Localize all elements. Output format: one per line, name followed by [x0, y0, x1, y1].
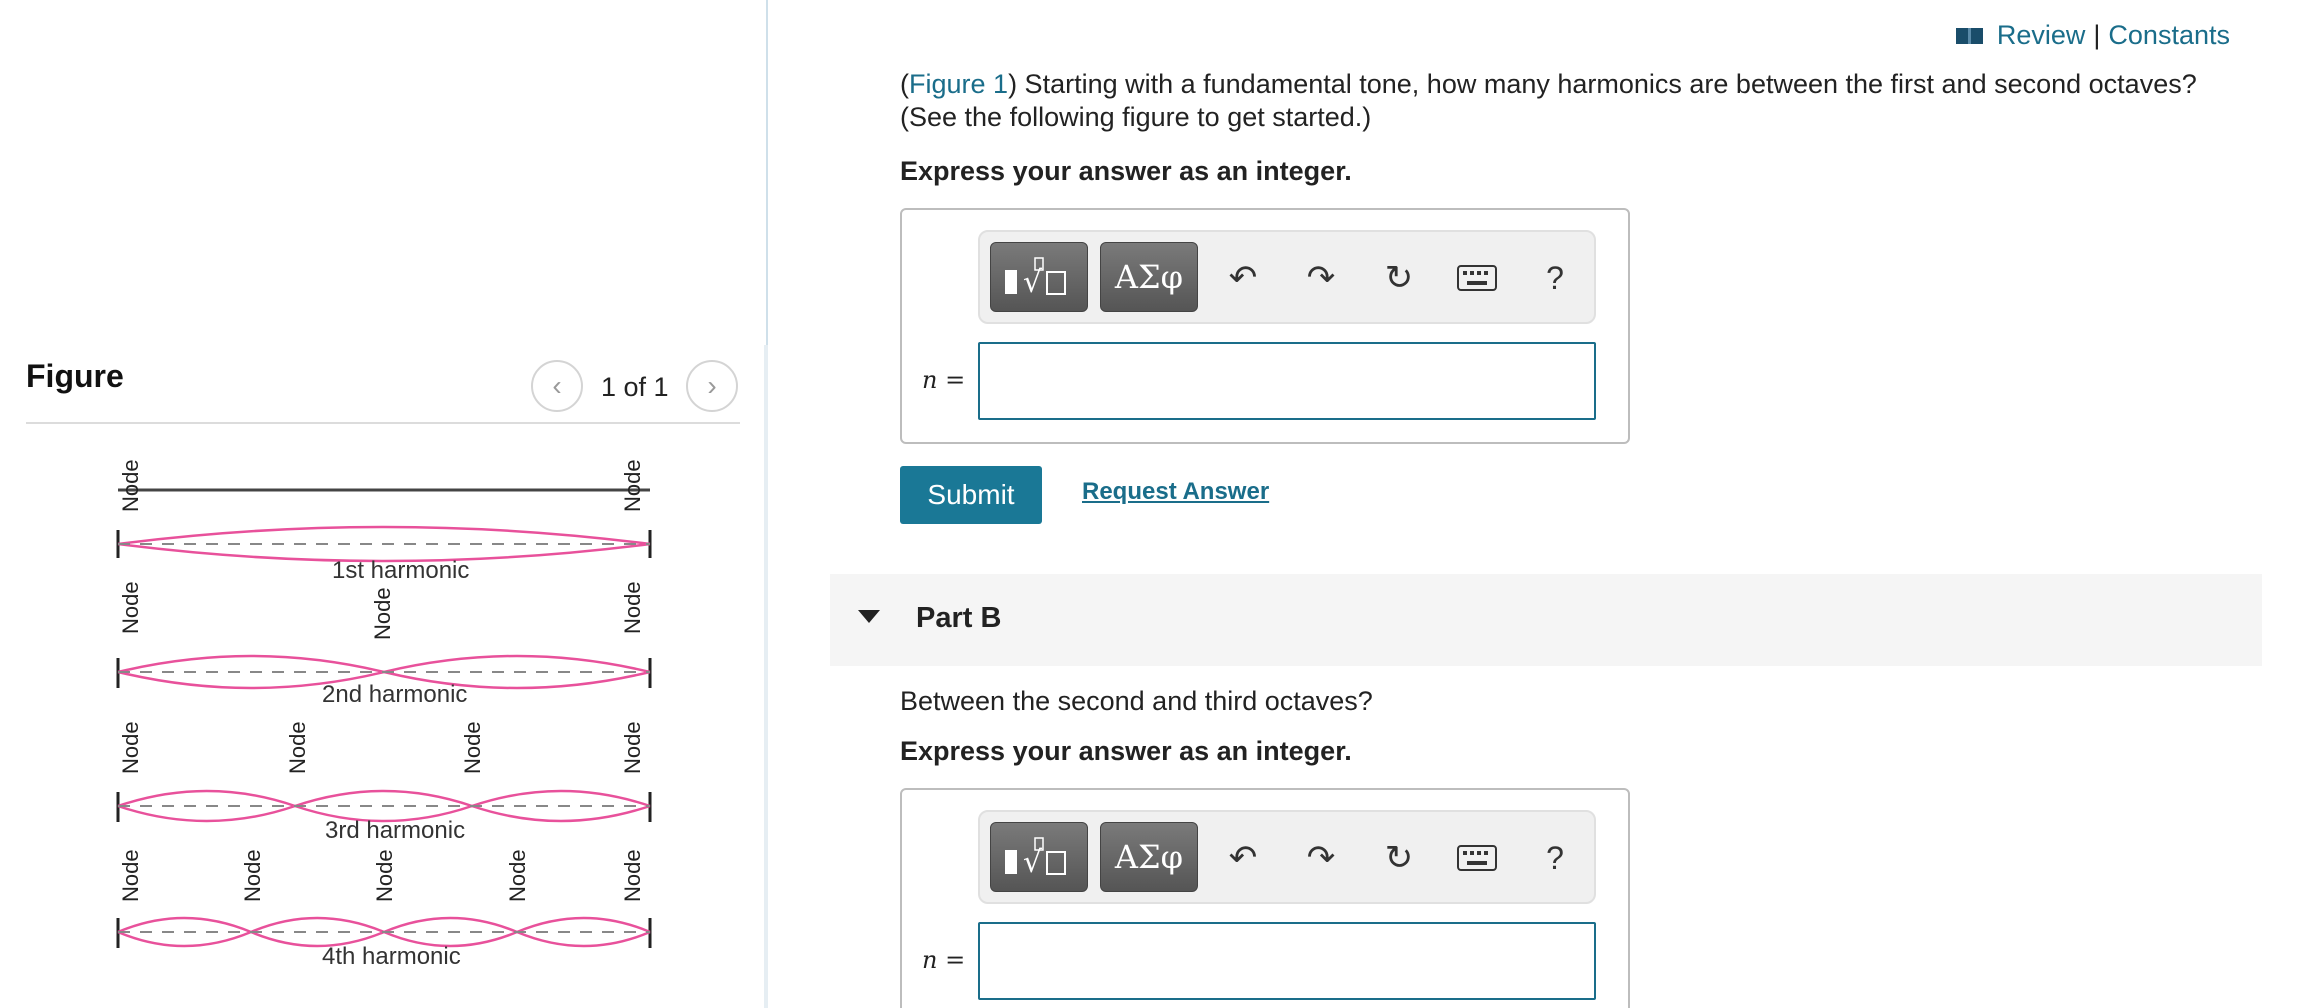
node-label: Node	[460, 721, 485, 774]
harmonic-label: 2nd harmonic	[322, 681, 467, 708]
node-label: Node	[620, 581, 645, 634]
templates-button[interactable]: √	[990, 822, 1088, 892]
previous-figure-button[interactable]: ‹	[531, 360, 583, 412]
request-answer-link[interactable]: Request Answer	[1082, 478, 1269, 506]
part-b-instruction: Express your answer as an integer.	[900, 736, 1352, 766]
part-a-answer-box: √ ΑΣφ ↶ ↷ ↻ ? n =	[900, 208, 1630, 444]
header-links: Review | Constants	[1955, 20, 2230, 51]
node-label: Node	[118, 849, 143, 902]
greek-icon: ΑΣφ	[1114, 838, 1184, 876]
chevron-left-icon: ‹	[552, 370, 562, 401]
node-label: Node	[118, 581, 143, 634]
templates-button[interactable]: √	[990, 242, 1088, 312]
question-prefix: (	[900, 69, 909, 99]
help-button[interactable]: ?	[1530, 252, 1580, 304]
part-a-instruction: Express your answer as an integer.	[900, 156, 1352, 186]
harmonic-4-diagram: Node Node Node Node Node 4th harmonic	[116, 849, 652, 970]
part-b-question: Between the second and third octaves?	[900, 686, 1373, 716]
link-separator: |	[2093, 20, 2101, 50]
help-icon: ?	[1546, 839, 1564, 876]
help-button[interactable]: ?	[1530, 832, 1580, 884]
redo-icon: ↷	[1306, 839, 1336, 877]
caret-down-icon	[858, 610, 880, 623]
variable-label: n =	[922, 946, 966, 974]
figure-title: Figure	[26, 358, 124, 394]
harmonics-figure: Node Node 1st harmonic Node Node Node 2n…	[116, 459, 652, 970]
harmonic-label: 1st harmonic	[332, 557, 469, 584]
node-label: Node	[620, 849, 645, 902]
part-a-answer-input[interactable]	[978, 342, 1596, 420]
node-label: Node	[240, 849, 265, 902]
node-label: Node	[118, 459, 143, 512]
node-label: Node	[620, 721, 645, 774]
figure-link[interactable]: Figure 1	[909, 69, 1008, 99]
reset-button[interactable]: ↻	[1374, 832, 1424, 884]
undo-button[interactable]: ↶	[1218, 252, 1268, 304]
templates-icon: √	[1005, 837, 1066, 880]
keyboard-button[interactable]	[1452, 252, 1502, 304]
part-b-header[interactable]: Part B	[830, 574, 2262, 666]
undo-icon: ↶	[1228, 839, 1258, 877]
review-link[interactable]: Review	[1997, 20, 2086, 51]
greek-icon: ΑΣφ	[1114, 258, 1184, 296]
harmonic-1-diagram: Node Node 1st harmonic	[116, 459, 652, 584]
greek-symbols-button[interactable]: ΑΣφ	[1100, 822, 1198, 892]
figure-panel: Figure ‹ 1 of 1 › Node Node 1st harmonic	[0, 0, 770, 1008]
part-a-question: (Figure 1) Starting with a fundamental t…	[900, 68, 2260, 134]
book-icon	[1955, 27, 1983, 44]
harmonic-label: 3rd harmonic	[325, 817, 465, 844]
part-b-answer-box: √ ΑΣφ ↶ ↷ ↻ ? n =	[900, 788, 1630, 1008]
node-label: Node	[118, 721, 143, 774]
redo-button[interactable]: ↷	[1296, 252, 1346, 304]
reset-icon: ↻	[1384, 839, 1414, 877]
panel-divider-handle[interactable]	[764, 345, 768, 1008]
reset-icon: ↻	[1384, 259, 1414, 297]
keyboard-icon	[1457, 845, 1497, 871]
question-panel: Review | Constants (Figure 1) Starting w…	[770, 0, 2320, 1008]
redo-button[interactable]: ↷	[1296, 832, 1346, 884]
keyboard-icon	[1457, 265, 1497, 291]
harmonic-label: 4th harmonic	[322, 943, 461, 970]
variable-label: n =	[922, 366, 966, 394]
next-figure-button[interactable]: ›	[686, 360, 738, 412]
node-label: Node	[370, 587, 395, 640]
harmonic-2-diagram: Node Node Node 2nd harmonic	[116, 581, 652, 708]
undo-button[interactable]: ↶	[1218, 832, 1268, 884]
figure-header: Figure ‹ 1 of 1 ›	[26, 350, 740, 424]
node-label: Node	[372, 849, 397, 902]
part-b-answer-input[interactable]	[978, 922, 1596, 1000]
templates-icon: √	[1005, 257, 1066, 300]
chevron-right-icon: ›	[707, 370, 717, 401]
pager-text: 1 of 1	[601, 372, 669, 402]
node-label: Node	[620, 459, 645, 512]
harmonic-3-diagram: Node Node Node Node 3rd harmonic	[116, 721, 652, 844]
reset-button[interactable]: ↻	[1374, 252, 1424, 304]
math-toolbar: √ ΑΣφ ↶ ↷ ↻ ?	[978, 810, 1596, 904]
help-icon: ?	[1546, 259, 1564, 296]
part-b-title: Part B	[916, 602, 1002, 634]
node-label: Node	[505, 849, 530, 902]
question-text: ) Starting with a fundamental tone, how …	[900, 69, 2197, 132]
math-toolbar: √ ΑΣφ ↶ ↷ ↻ ?	[978, 230, 1596, 324]
undo-icon: ↶	[1228, 259, 1258, 297]
greek-symbols-button[interactable]: ΑΣφ	[1100, 242, 1198, 312]
redo-icon: ↷	[1306, 259, 1336, 297]
constants-link[interactable]: Constants	[2108, 20, 2230, 51]
keyboard-button[interactable]	[1452, 832, 1502, 884]
submit-button[interactable]: Submit	[900, 466, 1042, 524]
node-label: Node	[285, 721, 310, 774]
